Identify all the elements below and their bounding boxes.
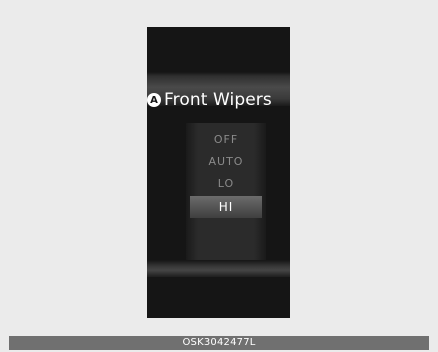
- option-hi-selected[interactable]: HI: [190, 196, 262, 218]
- callout-badge-a: A: [147, 93, 161, 107]
- cluster-display: A Front Wipers OFF AUTO LO HI: [147, 27, 290, 318]
- option-lo[interactable]: LO: [186, 174, 266, 194]
- wiper-mode-list: OFF AUTO LO HI: [186, 123, 266, 263]
- option-auto[interactable]: AUTO: [186, 152, 266, 172]
- bottom-bar: [147, 260, 290, 277]
- menu-title: A Front Wipers: [147, 87, 290, 113]
- option-off[interactable]: OFF: [186, 130, 266, 150]
- figure-caption: OSK3042477L: [9, 336, 429, 350]
- menu-title-text: Front Wipers: [164, 90, 272, 110]
